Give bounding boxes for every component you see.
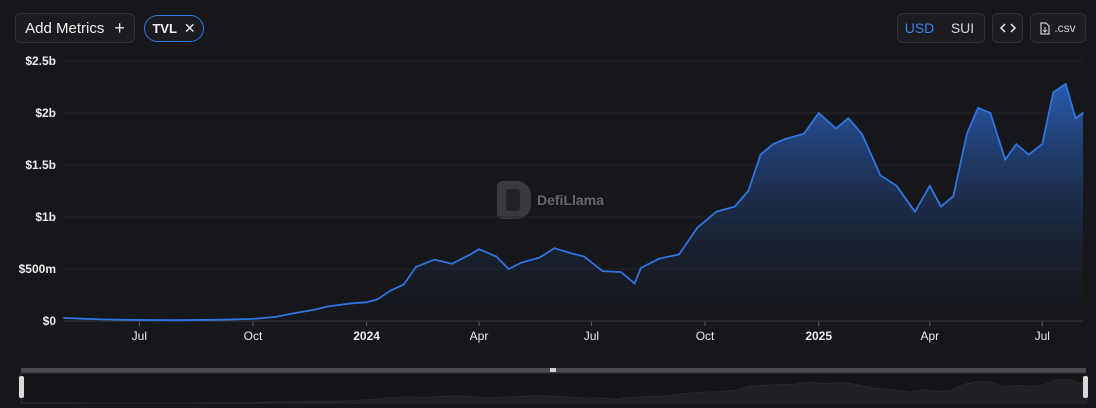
tvl-data-point: [633, 282, 636, 285]
tvl-data-point: [138, 319, 141, 321]
range-handle-left[interactable]: [19, 376, 24, 398]
tvl-data-point: [759, 153, 762, 156]
tvl-data-point: [1074, 117, 1077, 120]
tvl-data-point: [928, 184, 931, 187]
tvl-data-point: [63, 317, 65, 319]
tvl-data-point: [639, 267, 642, 269]
tvl-data-point: [715, 210, 718, 213]
tvl-data-point: [784, 138, 787, 140]
tvl-data-point: [350, 302, 353, 305]
tvl-data-point: [520, 261, 522, 264]
tvl-data-point: [733, 205, 736, 208]
tvl-data-point: [101, 318, 104, 321]
tvl-data-point: [1064, 83, 1067, 85]
tvl-data-point: [1004, 158, 1007, 161]
tvl-data-point: [570, 252, 573, 255]
tvl-data-point: [433, 258, 436, 261]
tvl-data-point: [415, 266, 417, 268]
tvl-data-point: [977, 106, 979, 109]
tvl-data-point: [389, 289, 391, 292]
tvl-data-point: [583, 255, 585, 258]
tvl-data-point: [290, 312, 293, 315]
range-handle-right[interactable]: [1083, 376, 1088, 398]
tvl-data-point: [895, 184, 898, 187]
tvl-data-point: [803, 132, 805, 135]
tvl-data-point: [80, 317, 83, 320]
tvl-data-point: [313, 308, 316, 311]
tvl-data-point: [847, 117, 850, 120]
tvl-data-point: [275, 315, 278, 318]
tvl-data-point: [952, 195, 955, 198]
tvl-data-point: [450, 262, 453, 265]
tvl-data-point: [1015, 143, 1018, 146]
tvl-data-point: [772, 143, 774, 146]
tvl-data-point: [879, 174, 882, 177]
range-grip-icon[interactable]: [550, 368, 556, 372]
tvl-data-point: [861, 132, 863, 135]
tvl-data-point: [747, 190, 750, 192]
tvl-data-point: [835, 127, 837, 130]
tvl-data-point: [1052, 91, 1055, 94]
tvl-data-point: [914, 210, 916, 213]
tvl-data-point: [176, 319, 179, 322]
tvl-data-point: [365, 301, 368, 304]
tvl-data-point: [553, 247, 556, 250]
tvl-data-point: [402, 283, 405, 286]
tvl-data-point: [376, 298, 379, 301]
tvl-data-point: [327, 305, 330, 308]
tvl-data-point: [1027, 153, 1030, 156]
tvl-data-point: [989, 112, 992, 114]
tvl-data-point: [620, 271, 622, 273]
tvl-data-point: [215, 318, 217, 321]
tvl-data-point: [495, 255, 498, 258]
tvl-data-point: [678, 253, 680, 256]
tvl-data-point: [507, 268, 510, 270]
tvl-data-point: [696, 226, 699, 229]
tvl-data-point: [538, 256, 541, 259]
tvl-data-point: [966, 132, 968, 135]
tvl-data-point: [940, 205, 942, 208]
tvl-data-point: [1082, 112, 1084, 114]
tvl-area: [64, 83, 1083, 322]
tvl-data-point: [658, 257, 661, 260]
tvl-chart[interactable]: [0, 0, 1096, 408]
tvl-data-point: [252, 318, 254, 320]
tvl-data-point: [817, 112, 820, 114]
tvl-data-point: [469, 253, 472, 256]
tvl-data-point: [478, 248, 480, 251]
tvl-data-point: [1041, 143, 1044, 146]
tvl-data-point: [601, 270, 604, 272]
